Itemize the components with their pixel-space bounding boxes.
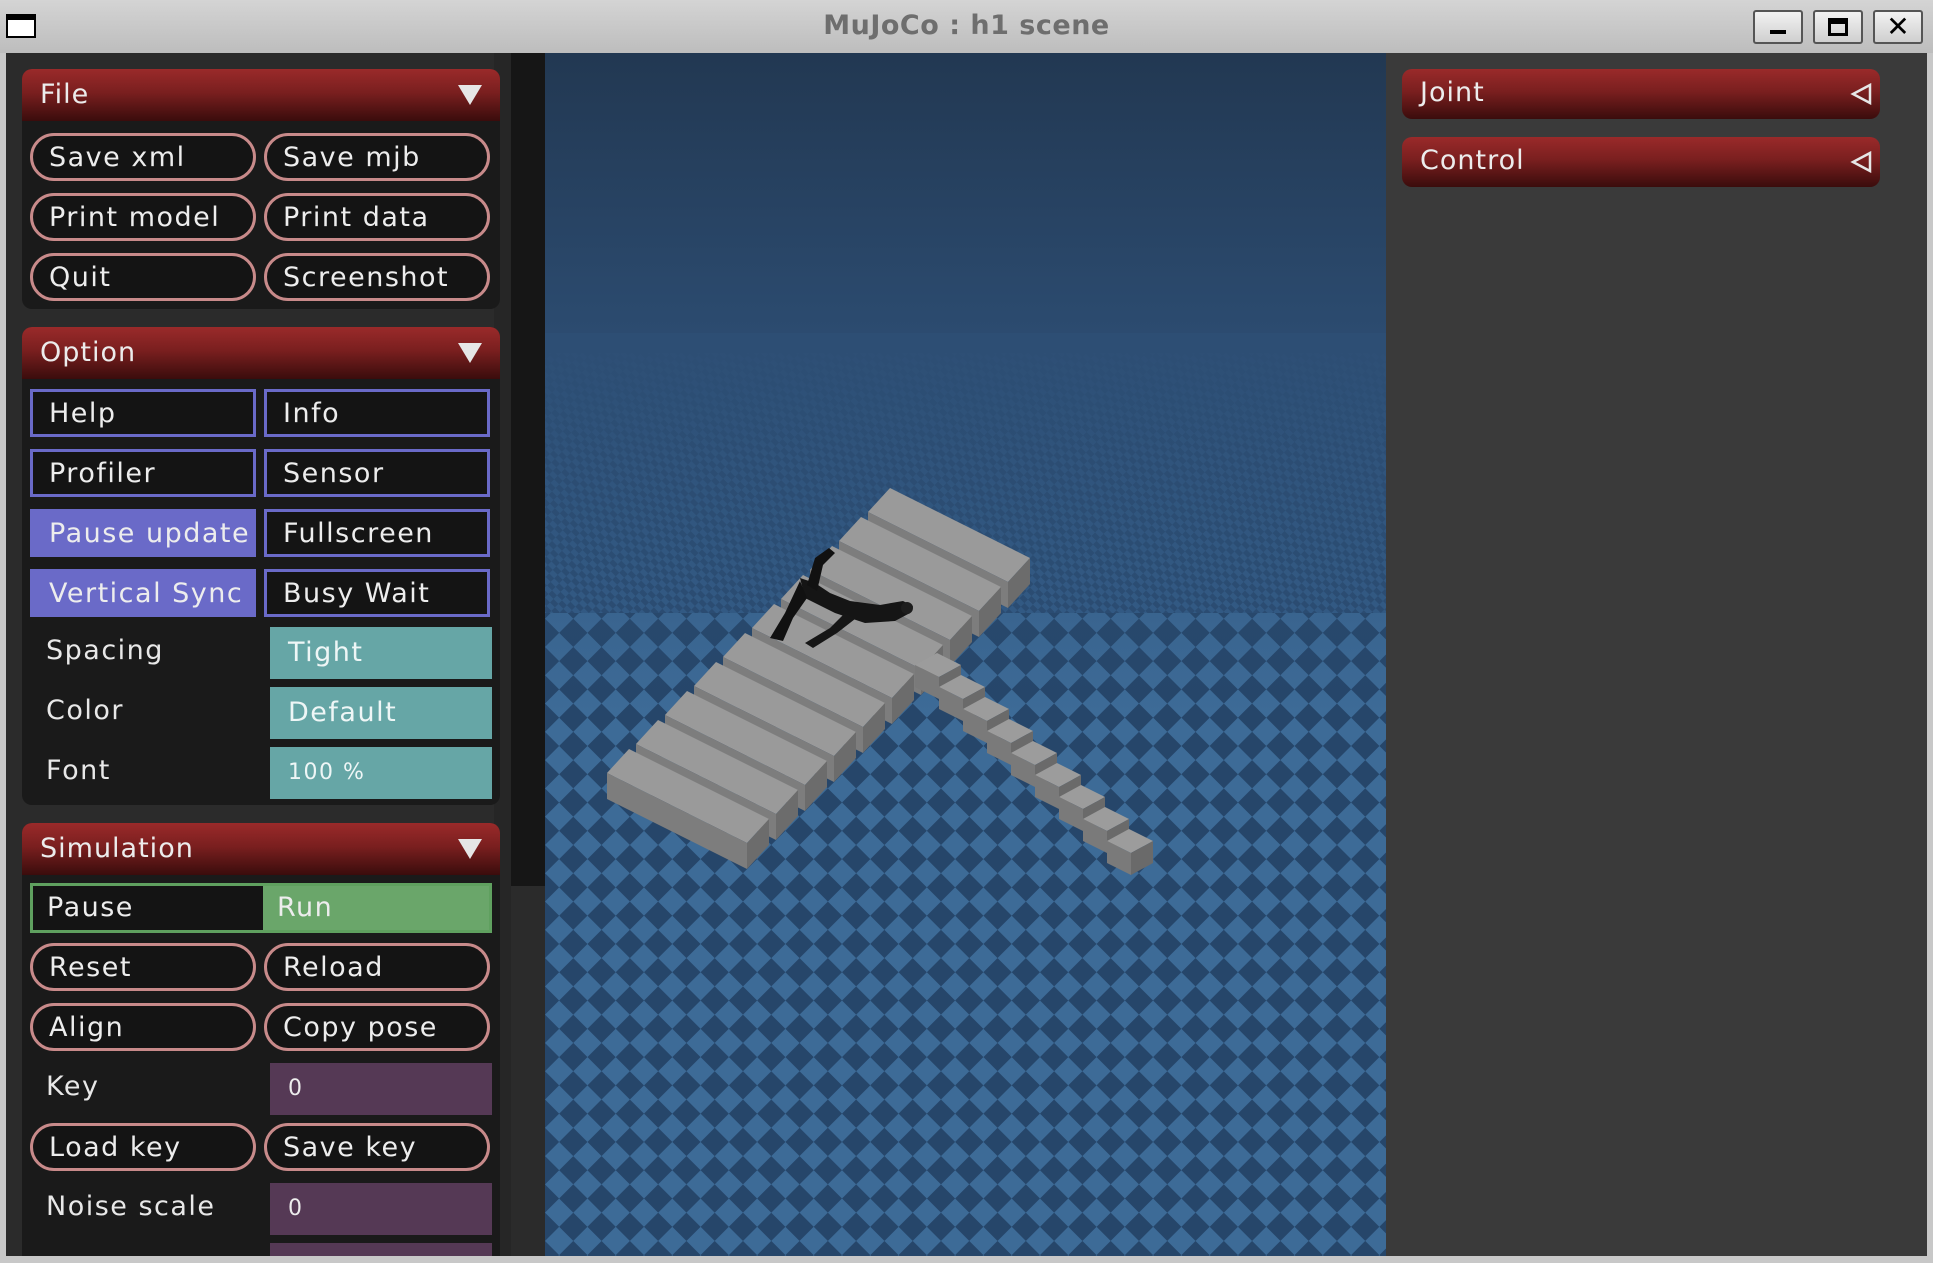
right-ui-panel: Joint Control xyxy=(1386,53,1927,1256)
option-section-header[interactable]: Option xyxy=(22,327,500,379)
print-data-button[interactable]: Print data xyxy=(264,193,490,241)
window-frame-bottom xyxy=(0,1256,1933,1263)
file-section-title: File xyxy=(40,79,90,110)
print-model-button[interactable]: Print model xyxy=(30,193,256,241)
run-mode-radio[interactable]: Pause Run xyxy=(30,883,492,933)
save-key-button[interactable]: Save key xyxy=(264,1123,490,1171)
3d-viewport[interactable] xyxy=(545,53,1386,1256)
save-xml-button[interactable]: Save xml xyxy=(30,133,256,181)
noise-scale-input[interactable]: 0 xyxy=(270,1183,492,1235)
collapse-triangle-icon xyxy=(1850,83,1872,105)
reload-button[interactable]: Reload xyxy=(264,943,490,991)
quit-button[interactable]: Quit xyxy=(30,253,256,301)
spacing-select[interactable]: Tight xyxy=(270,627,492,679)
simulation-section-header[interactable]: Simulation xyxy=(22,823,500,875)
joint-section-header[interactable]: Joint xyxy=(1402,69,1880,119)
option-section: Option Help Info Profiler Sensor Pause u… xyxy=(22,327,500,805)
simulation-section-title: Simulation xyxy=(40,833,194,864)
left-ui-panel: File Save xml Save mjb Print model Print… xyxy=(6,53,518,1256)
left-panel-scroll-track xyxy=(511,886,545,1256)
minimize-icon xyxy=(1755,12,1801,42)
save-mjb-button[interactable]: Save mjb xyxy=(264,133,490,181)
reset-button[interactable]: Reset xyxy=(30,943,256,991)
window-titlebar: MuJoCo : h1 scene ✕ xyxy=(0,0,1933,53)
info-toggle[interactable]: Info xyxy=(264,389,490,437)
file-section: File Save xml Save mjb Print model Print… xyxy=(22,69,500,309)
font-select[interactable]: 100 % xyxy=(270,747,492,799)
screenshot-button[interactable]: Screenshot xyxy=(264,253,490,301)
simulation-section: Simulation Pause Run Reset Reload Align … xyxy=(22,823,500,1256)
joint-section-title: Joint xyxy=(1420,77,1485,108)
sky xyxy=(545,53,1386,373)
window-frame-right xyxy=(1927,53,1933,1263)
font-label: Font xyxy=(46,755,111,786)
expand-triangle-icon xyxy=(458,839,482,859)
maximize-button[interactable] xyxy=(1813,10,1863,44)
file-section-header[interactable]: File xyxy=(22,69,500,121)
control-section-header[interactable]: Control xyxy=(1402,137,1880,187)
option-section-title: Option xyxy=(40,337,137,368)
color-label: Color xyxy=(46,695,124,726)
left-panel-scrollbar[interactable] xyxy=(511,53,545,886)
left-panel-content: File Save xml Save mjb Print model Print… xyxy=(6,53,500,1256)
next-field-partial[interactable] xyxy=(270,1243,492,1256)
spacing-label: Spacing xyxy=(46,635,164,666)
busy-wait-toggle[interactable]: Busy Wait xyxy=(264,569,490,617)
fullscreen-toggle[interactable]: Fullscreen xyxy=(264,509,490,557)
profiler-toggle[interactable]: Profiler xyxy=(30,449,256,497)
close-button[interactable]: ✕ xyxy=(1873,10,1923,44)
help-toggle[interactable]: Help xyxy=(30,389,256,437)
collapse-triangle-icon xyxy=(1850,151,1872,173)
expand-triangle-icon xyxy=(458,85,482,105)
sensor-toggle[interactable]: Sensor xyxy=(264,449,490,497)
run-option[interactable]: Run xyxy=(263,886,489,930)
pause-option[interactable]: Pause xyxy=(33,886,263,930)
minimize-button[interactable] xyxy=(1753,10,1803,44)
maximize-icon xyxy=(1815,12,1861,42)
copy-pose-button[interactable]: Copy pose xyxy=(264,1003,490,1051)
key-input[interactable]: 0 xyxy=(270,1063,492,1115)
key-label: Key xyxy=(46,1071,100,1102)
load-key-button[interactable]: Load key xyxy=(30,1123,256,1171)
color-select[interactable]: Default xyxy=(270,687,492,739)
control-section-title: Control xyxy=(1420,145,1525,176)
align-button[interactable]: Align xyxy=(30,1003,256,1051)
window-title: MuJoCo : h1 scene xyxy=(823,10,1110,41)
noise-scale-label: Noise scale xyxy=(46,1191,216,1222)
vertical-sync-toggle[interactable]: Vertical Sync xyxy=(30,569,256,617)
expand-triangle-icon xyxy=(458,343,482,363)
close-icon: ✕ xyxy=(1886,10,1910,43)
pause-update-toggle[interactable]: Pause update xyxy=(30,509,256,557)
